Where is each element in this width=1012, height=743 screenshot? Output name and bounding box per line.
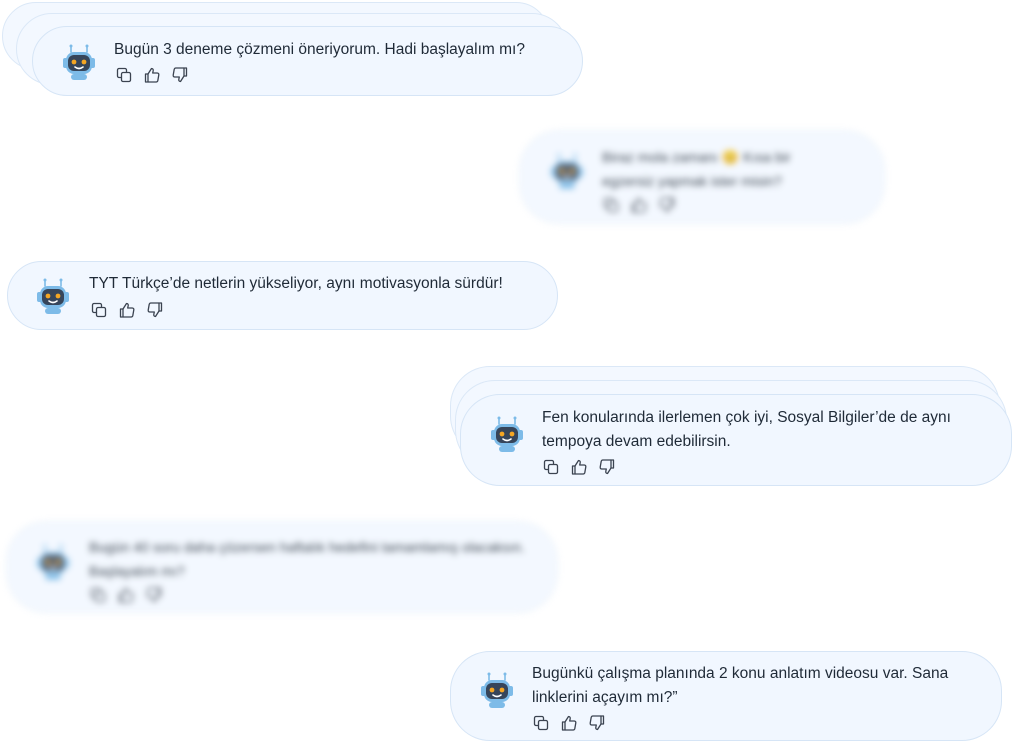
robot-avatar-icon [33,542,73,582]
message-actions [542,458,616,476]
robot-avatar-icon [33,276,73,316]
robot-avatar-icon [59,42,99,82]
robot-avatar-icon [487,414,527,454]
message-text: Fen konularında ilerlemen çok iyi, Sosya… [542,409,951,450]
copy-icon[interactable] [542,458,560,476]
thumbs-down-icon[interactable] [171,66,189,84]
copy-icon[interactable] [90,301,108,319]
thumbs-down-icon[interactable] [145,586,163,604]
thumbs-up-icon[interactable] [560,714,578,732]
message-text: Bugün 40 soru daha çözersen haftalık hed… [89,539,525,579]
copy-icon[interactable] [532,714,550,732]
message-actions [532,714,606,732]
thumbs-down-icon[interactable] [658,196,676,214]
thumbs-up-icon[interactable] [118,301,136,319]
message-text: Bugünkü çalışma planında 2 konu anlatım … [532,665,949,706]
chat-bubble: TYT Türkçe’de netlerin yükseliyor, aynı … [7,261,558,330]
thumbs-up-icon[interactable] [570,458,588,476]
chat-bubble: Biraz mola zamanı 😊 Kısa bir egzersiz ya… [519,130,885,224]
message-actions [90,301,164,319]
thumbs-down-icon[interactable] [598,458,616,476]
thumbs-down-icon[interactable] [588,714,606,732]
message-text: Bugün 3 deneme çözmeni öneriyorum. Hadi … [114,41,525,58]
thumbs-up-icon[interactable] [117,586,135,604]
thumbs-up-icon[interactable] [143,66,161,84]
chat-bubble: Bugünkü çalışma planında 2 konu anlatım … [450,651,1002,741]
message-actions [115,66,189,84]
message-text: TYT Türkçe’de netlerin yükseliyor, aynı … [89,275,503,292]
thumbs-down-icon[interactable] [146,301,164,319]
chat-bubble: Bugün 3 deneme çözmeni öneriyorum. Hadi … [32,26,583,96]
message-text: Biraz mola zamanı 😊 Kısa bir egzersiz ya… [602,149,791,189]
message-actions [602,196,676,214]
robot-avatar-icon [477,670,517,710]
copy-icon[interactable] [115,66,133,84]
thumbs-up-icon[interactable] [630,196,648,214]
copy-icon[interactable] [89,586,107,604]
chat-bubble: Fen konularında ilerlemen çok iyi, Sosya… [460,394,1012,486]
robot-avatar-icon [547,151,587,191]
chat-bubble: Bugün 40 soru daha çözersen haftalık hed… [6,521,558,613]
copy-icon[interactable] [602,196,620,214]
message-actions [89,586,163,604]
